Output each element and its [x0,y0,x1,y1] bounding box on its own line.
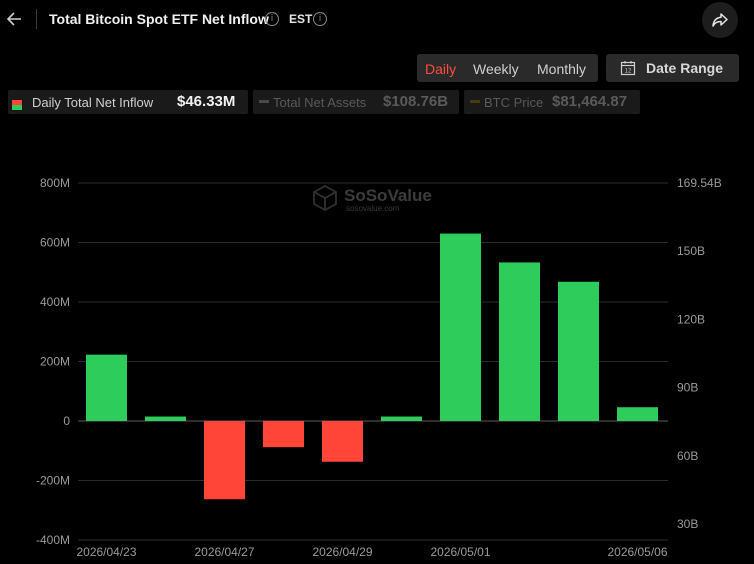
y-tick-label: 400M [40,295,70,309]
x-tick-label: 2026/04/27 [194,545,254,559]
y-axis-left: 800M 600M 400M 200M 0 -200M -400M [36,176,70,547]
bar [617,407,658,421]
y-tick-label: 0 [63,414,70,428]
bar [204,421,245,500]
y-tick-label: -200M [36,474,70,488]
x-tick-label: 2026/04/29 [312,545,372,559]
bar [440,233,481,421]
y-tick-label: -400M [36,533,70,547]
y-tick-label: 800M [40,176,70,190]
bar [86,354,127,421]
x-tick-label: 2026/05/06 [607,545,667,559]
y2-tick-label: 30B [677,517,698,531]
y2-tick-label: 60B [677,449,698,463]
bar [499,262,540,421]
y-tick-label: 200M [40,355,70,369]
bar [263,421,304,448]
y2-tick-label: 120B [677,312,705,326]
x-axis: 2026/04/23 2026/04/27 2026/04/29 2026/05/01… [76,545,667,559]
bars [86,233,658,500]
y2-tick-label: 169.54B [677,176,722,190]
bar [381,416,422,421]
bar [145,416,186,421]
y-tick-label: 600M [40,236,70,250]
x-tick-label: 2026/04/23 [76,545,136,559]
bar [322,421,363,462]
bar [558,281,599,421]
y-axis-right: 169.54B 150B 120B 90B 60B 30B [677,176,722,531]
x-tick-label: 2026/05/01 [430,545,490,559]
net-inflow-bar-chart: 800M600M400M200M0-200M-400M 169.54B150B1… [36,176,722,559]
y2-tick-label: 150B [677,244,705,258]
y2-tick-label: 90B [677,381,698,395]
